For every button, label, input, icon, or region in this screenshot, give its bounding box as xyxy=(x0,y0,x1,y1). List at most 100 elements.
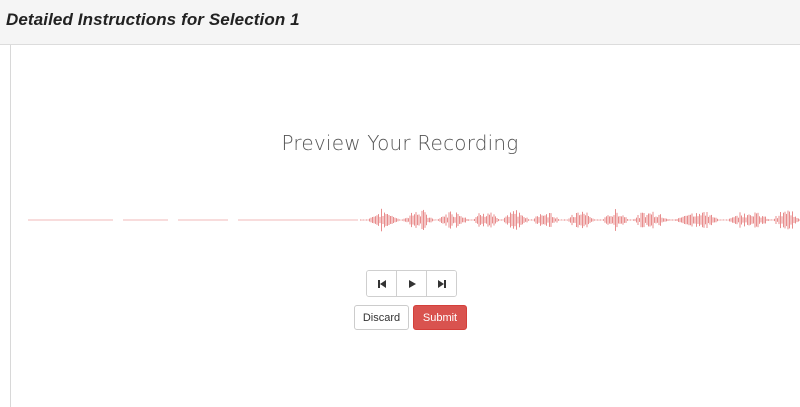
waveform-bar xyxy=(457,214,459,226)
waveform-bar xyxy=(385,214,387,226)
waveform-bar xyxy=(493,214,495,226)
waveform-bar xyxy=(624,217,625,223)
waveform-bar xyxy=(387,214,388,226)
waveform-bar xyxy=(406,217,408,223)
waveform-bar xyxy=(606,216,607,224)
waveform-bar xyxy=(477,216,478,224)
waveform-bar xyxy=(508,216,510,224)
waveform-bar xyxy=(636,217,637,223)
waveform-bar xyxy=(723,219,724,221)
waveform-bar xyxy=(559,219,561,221)
discard-button[interactable]: Discard xyxy=(354,305,409,330)
waveform-bar xyxy=(652,211,654,229)
waveform-bar xyxy=(771,219,772,221)
waveform-bar xyxy=(733,217,735,223)
waveform-bar xyxy=(372,217,373,223)
skip-forward-icon xyxy=(437,279,446,288)
waveform-bar xyxy=(538,217,540,223)
waveform-bar xyxy=(588,216,589,225)
waveform-bar xyxy=(396,218,397,222)
waveform-bar xyxy=(682,216,684,224)
waveform-bar xyxy=(759,216,760,224)
playback-controls xyxy=(366,270,457,297)
waveform-bar xyxy=(456,212,457,228)
waveform-bar xyxy=(609,216,610,224)
waveform-bar xyxy=(721,219,723,221)
waveform-bar xyxy=(484,216,486,224)
waveform-bar xyxy=(591,218,592,222)
waveform-bar xyxy=(621,216,622,224)
waveform-bar xyxy=(583,213,585,227)
waveform-bar xyxy=(712,217,714,223)
waveform-bar xyxy=(622,215,624,225)
waveform-bar xyxy=(666,218,667,222)
waveform-bar xyxy=(747,215,748,225)
submit-button[interactable]: Submit xyxy=(413,305,467,330)
waveform-bar xyxy=(714,217,715,223)
waveform-bar xyxy=(646,215,648,225)
waveform-bar xyxy=(708,216,709,224)
waveform-bar xyxy=(697,216,699,224)
waveform-bar xyxy=(679,217,681,223)
waveform-bar xyxy=(568,218,570,222)
waveform-bar xyxy=(522,215,523,225)
skip-forward-button[interactable] xyxy=(427,271,456,296)
waveform-bar xyxy=(507,215,508,225)
waveform-bar xyxy=(435,219,436,221)
waveform-bar xyxy=(409,215,411,225)
skip-back-button[interactable] xyxy=(367,271,397,296)
waveform-bar xyxy=(532,219,534,221)
waveform-bar xyxy=(765,216,766,224)
waveform-bar xyxy=(790,215,792,225)
waveform-bar xyxy=(408,218,409,222)
waveform-bar xyxy=(486,216,487,224)
waveform-bar xyxy=(789,211,790,229)
waveform-bar xyxy=(727,219,729,221)
waveform-bar xyxy=(370,217,372,223)
waveform-bar xyxy=(673,219,675,221)
waveform-bar xyxy=(615,209,616,231)
preview-title: Preview Your Recording xyxy=(281,131,519,155)
waveform-bar xyxy=(513,211,514,229)
waveform-bar xyxy=(369,218,370,222)
waveform-bar xyxy=(418,214,420,226)
waveform-bar xyxy=(577,212,579,228)
waveform-bar xyxy=(631,219,633,221)
waveform-bar xyxy=(688,214,690,226)
waveform-bar xyxy=(795,216,796,224)
play-button[interactable] xyxy=(397,271,427,296)
waveform-bar xyxy=(399,219,400,221)
waveform-bar xyxy=(724,219,726,221)
waveform-bar xyxy=(690,214,691,226)
waveform-bar xyxy=(672,219,673,221)
waveform-bar xyxy=(628,219,630,221)
waveform-bar xyxy=(669,219,670,221)
waveform-bar xyxy=(580,214,582,226)
waveform-bar xyxy=(478,213,480,227)
waveform-bar xyxy=(798,218,799,222)
waveform-bar xyxy=(742,217,744,223)
waveform-bar xyxy=(535,216,537,224)
waveform-bar xyxy=(645,217,646,223)
waveform-bar xyxy=(373,216,375,224)
waveform-bar xyxy=(430,217,432,223)
waveform-bar xyxy=(474,218,475,221)
waveform-bar xyxy=(526,217,528,223)
audio-waveform[interactable] xyxy=(28,204,800,236)
waveform-bar xyxy=(448,212,450,228)
waveform-bar xyxy=(640,212,642,228)
waveform-bar xyxy=(441,217,442,223)
waveform-bar xyxy=(439,218,441,222)
waveform-bar xyxy=(777,218,778,222)
waveform-bar xyxy=(379,216,381,224)
waveform-bar xyxy=(516,210,517,230)
waveform-bar xyxy=(451,214,453,226)
waveform-bar xyxy=(411,212,412,228)
waveform-bar xyxy=(444,216,445,224)
waveform-bar xyxy=(547,217,549,223)
waveform-bar xyxy=(463,217,465,223)
waveform-bar xyxy=(757,212,759,228)
waveform-bar xyxy=(376,215,378,225)
waveform-bar xyxy=(729,218,730,222)
waveform-bar xyxy=(436,219,438,221)
